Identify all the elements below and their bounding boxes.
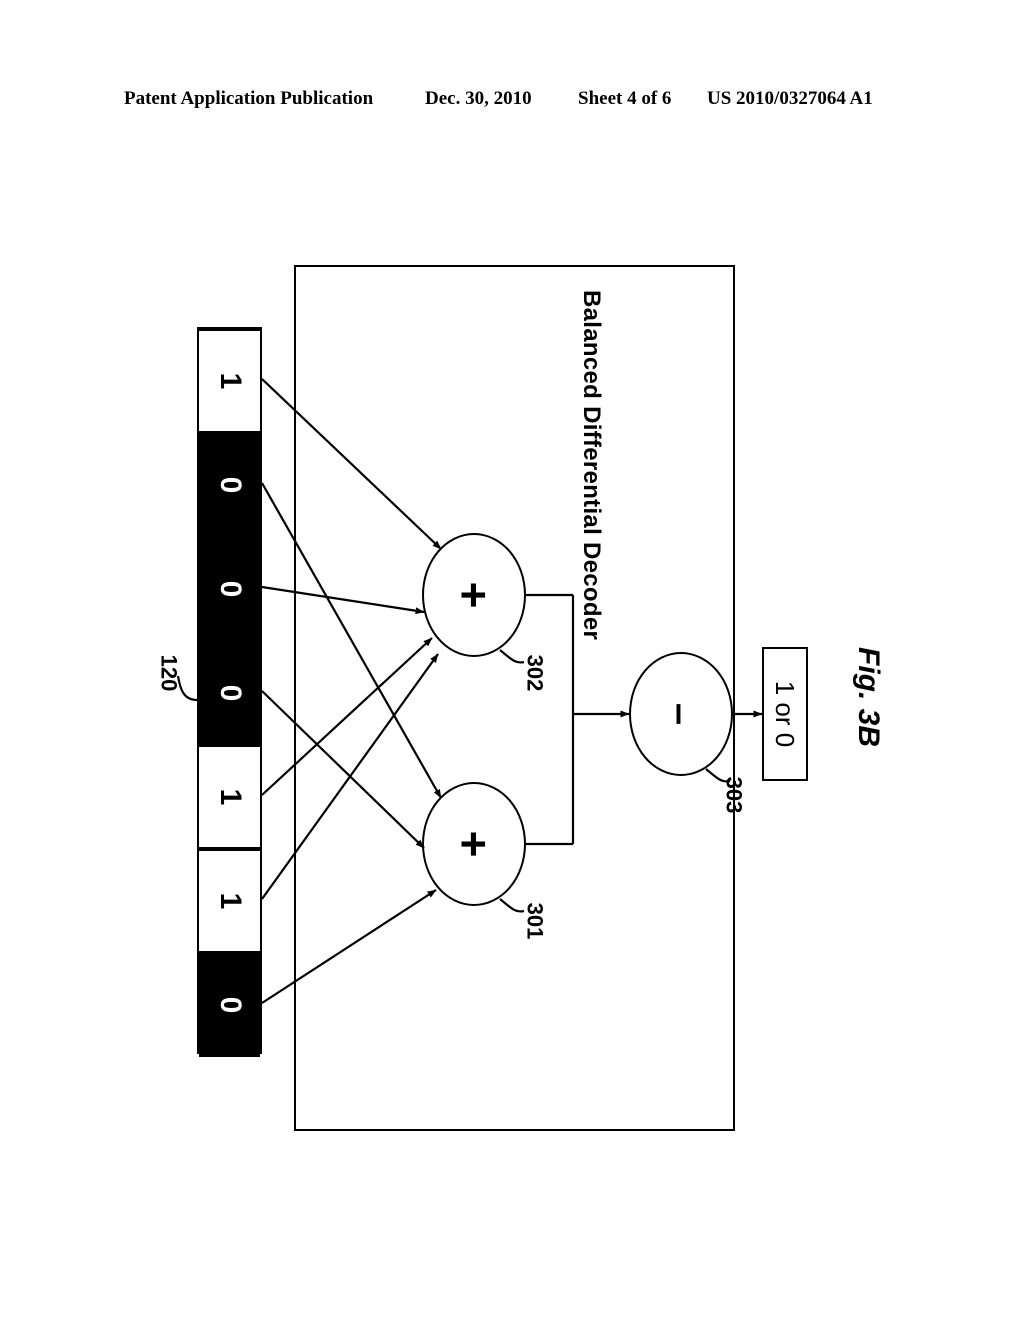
bit-value-label: 0 [213, 476, 247, 494]
figure-caption: Fig. 3B [852, 646, 886, 748]
bit-cell: 0 [199, 537, 260, 641]
output-box: 1 or 0 [762, 647, 808, 781]
bit-cell: 0 [199, 953, 260, 1057]
patent-figure-page: Patent Application Publication Dec. 30, … [0, 0, 1024, 1320]
bit-value-label: 1 [213, 892, 247, 910]
reference-numeral-301: 301 [522, 902, 548, 940]
bit-value-label: 1 [213, 372, 247, 390]
adder-302: + [422, 533, 526, 657]
bit-value-label: 0 [213, 684, 247, 702]
reference-numeral-302: 302 [522, 654, 548, 692]
adder-301: + [422, 782, 526, 906]
figure-3b: Balanced Differential Decoder 1 0 0 0 1 1 0 12… [0, 0, 1024, 1320]
reference-numeral-303: 303 [721, 776, 747, 814]
output-value-label: 1 or 0 [770, 680, 800, 748]
bit-cell: 1 [199, 329, 260, 433]
bit-cell: 1 [199, 745, 260, 849]
reference-numeral-120: 120 [156, 654, 182, 692]
decoder-label: Balanced Differential Decoder [578, 290, 605, 641]
bit-cell: 0 [199, 433, 260, 537]
bit-cell: 1 [199, 849, 260, 953]
bit-sequence-column: 1 0 0 0 1 1 0 [197, 327, 262, 1057]
bit-value-label: 0 [213, 996, 247, 1014]
plus-icon: + [448, 830, 500, 858]
bit-value-label: 1 [213, 788, 247, 806]
subtractor-303: – [629, 652, 733, 776]
bit-value-label: 0 [213, 580, 247, 598]
bit-cell: 0 [199, 641, 260, 745]
minus-icon: – [659, 702, 703, 726]
plus-icon: + [448, 581, 500, 609]
